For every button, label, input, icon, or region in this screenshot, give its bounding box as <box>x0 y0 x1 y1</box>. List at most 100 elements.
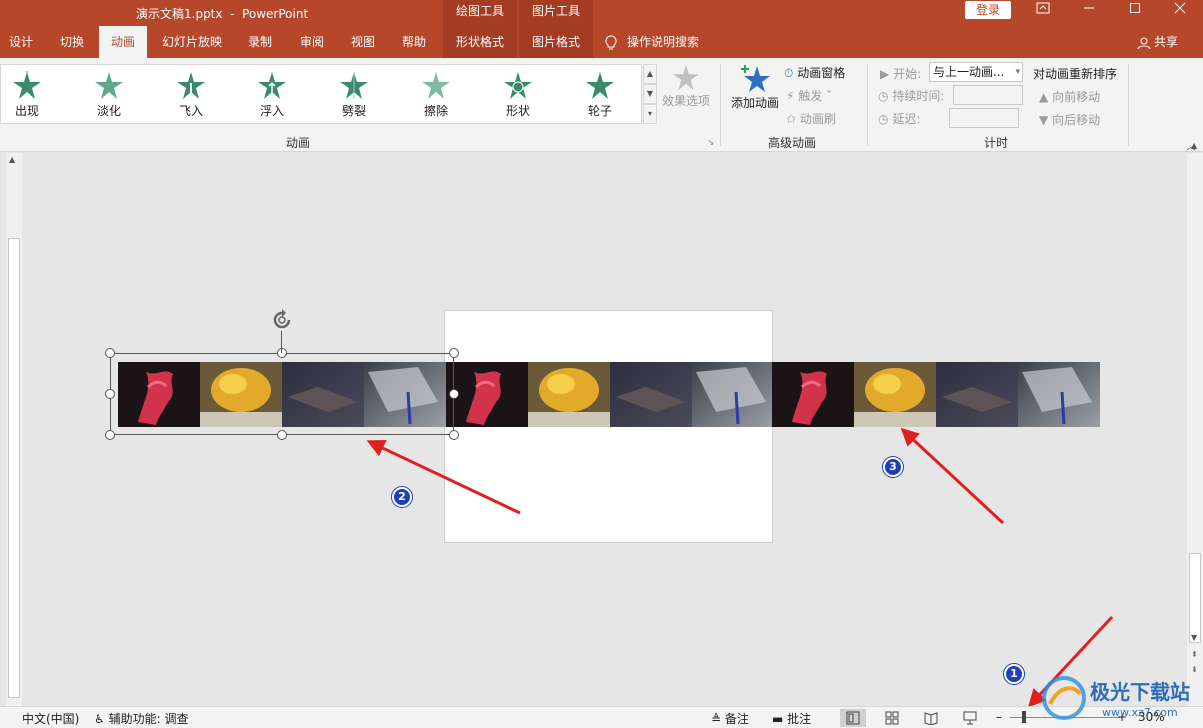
group-label-advanced: 高级动画 <box>768 136 817 150</box>
watermark-logo: 极光下载站 www.xz7.com <box>1040 672 1200 726</box>
gallery-scroll-down[interactable]: ▼ <box>643 84 657 104</box>
animation-painter-button[interactable]: ✩ 动画刷 <box>786 110 836 127</box>
notes-button[interactable]: ≜ 备注 <box>711 710 749 727</box>
move-later-button[interactable]: ▼ 向后移动 <box>1039 111 1100 128</box>
slideshow-view-button[interactable] <box>957 709 983 727</box>
animation-appear[interactable]: 出现 <box>0 67 67 123</box>
group-separator <box>720 64 721 146</box>
painter-star-icon: ✩ <box>786 112 797 126</box>
tell-me-search[interactable]: 操作说明搜索 <box>605 26 699 58</box>
dialog-launcher-icon[interactable]: ↘ <box>707 138 715 148</box>
animation-label: 擦除 <box>423 104 448 118</box>
animation-painter-label: 动画刷 <box>799 112 836 126</box>
animation-split[interactable]: 劈裂 <box>314 67 394 123</box>
comment-icon: ▬ <box>772 712 784 726</box>
status-bar: 中文(中国) ♿ 辅助功能: 调查 ≜ 备注 ▬ 批注 – + 30% <box>0 706 1203 728</box>
scroll-up-icon[interactable]: ▲ <box>1191 141 1197 150</box>
normal-view-icon <box>846 711 860 725</box>
accessibility-icon: ♿ <box>94 712 105 726</box>
presentation-icon <box>963 711 977 725</box>
add-animation-button[interactable]: 添加动画 <box>728 64 782 111</box>
animation-fly-in[interactable]: 飞入 <box>151 67 231 123</box>
trigger-button[interactable]: ⚡ 触发 ˅ <box>786 87 832 104</box>
lightbulb-icon <box>605 34 617 49</box>
animation-pane-button[interactable]: ⏱ 动画窗格 <box>784 64 845 81</box>
fly-in-star-icon <box>177 72 205 99</box>
animation-fade[interactable]: 淡化 <box>69 67 149 123</box>
share-label: 共享 <box>1154 35 1179 49</box>
reorder-title: 对动画重新排序 <box>1033 67 1118 81</box>
zoom-slider-thumb[interactable] <box>1022 711 1026 723</box>
animation-wheel[interactable]: 轮子 <box>560 67 640 123</box>
tab-view[interactable]: 视图 <box>341 26 385 58</box>
animation-label: 飞入 <box>178 104 203 118</box>
watermark-url: www.xz7.com <box>1102 706 1178 719</box>
gallery-scroll-up[interactable]: ▲ <box>643 64 657 84</box>
notes-icon: ≜ <box>711 712 722 726</box>
ribbon-display-options-icon[interactable] <box>1020 0 1066 22</box>
effect-options-star-icon <box>672 64 700 91</box>
slide-sorter-view-button[interactable] <box>879 709 905 727</box>
comments-button[interactable]: ▬ 批注 <box>772 710 811 727</box>
start-label: 开始: <box>893 67 922 81</box>
language-status[interactable]: 中文(中国) <box>22 710 79 727</box>
group-separator <box>867 64 868 146</box>
title-bar: 演示文稿1.pptx - PowerPoint 绘图工具 图片工具 登录 <box>0 0 1203 26</box>
accessibility-status[interactable]: ♿ 辅助功能: 调查 <box>94 710 188 727</box>
tab-design[interactable]: 设计 <box>0 26 42 58</box>
zoom-out-button[interactable]: – <box>996 710 1002 724</box>
tab-transitions[interactable]: 切换 <box>50 26 94 58</box>
tab-shape-format[interactable]: 形状格式 <box>443 26 517 58</box>
move-later-label: 向后移动 <box>1052 113 1101 127</box>
group-label-timing: 计时 <box>984 136 1009 150</box>
move-earlier-label: 向前移动 <box>1052 90 1101 104</box>
add-animation-label: 添加动画 <box>730 96 779 110</box>
trigger-label: 触发 <box>798 89 823 103</box>
appear-star-icon <box>13 71 41 99</box>
chevron-down-icon: ▾ <box>1015 67 1020 77</box>
annotation-badge-2: 2 <box>392 487 412 507</box>
animation-label: 轮子 <box>587 104 612 118</box>
animation-gallery: 出现 淡化 飞入 浮入 劈裂 擦除 形状 轮子 <box>0 64 642 124</box>
normal-view-button[interactable] <box>840 709 866 727</box>
animation-float-in[interactable]: 浮入 <box>232 67 312 123</box>
delay-label-row: ◷ 延迟: <box>878 110 920 127</box>
accessibility-label: 辅助功能: 调查 <box>108 712 189 726</box>
person-icon <box>1137 37 1151 49</box>
animation-shape[interactable]: 形状 <box>478 67 558 123</box>
animation-wipe[interactable]: 擦除 <box>396 67 476 123</box>
drawing-tools-context-header: 绘图工具 <box>443 0 517 26</box>
start-label-row: ▶ 开始: <box>880 65 921 82</box>
minimize-icon[interactable] <box>1066 0 1112 22</box>
clock-icon: ◷ <box>878 112 889 126</box>
tab-review[interactable]: 审阅 <box>290 26 334 58</box>
triangle-up-icon: ▲ <box>1039 90 1049 104</box>
animation-label: 出现 <box>14 104 39 118</box>
effect-options-button[interactable]: 效果选项 <box>660 64 712 109</box>
split-star-icon <box>340 72 368 99</box>
tab-record[interactable]: 录制 <box>240 26 280 58</box>
comments-label: 批注 <box>787 712 812 726</box>
tab-picture-format[interactable]: 图片格式 <box>519 26 593 58</box>
delay-label: 延迟: <box>892 112 921 126</box>
reading-view-button[interactable] <box>918 709 944 727</box>
start-select[interactable]: 与上一动画... ▾ <box>929 62 1023 82</box>
book-icon <box>924 712 938 726</box>
animation-label: 劈裂 <box>341 104 366 118</box>
tab-animations[interactable]: 动画 <box>99 26 147 58</box>
duration-field[interactable] <box>953 85 1023 105</box>
delay-field[interactable] <box>949 108 1019 128</box>
wheel-star-icon <box>586 72 614 99</box>
play-icon: ▶ <box>880 67 890 81</box>
gallery-more[interactable]: ▾ <box>643 104 657 124</box>
float-in-star-icon <box>258 72 286 99</box>
close-icon[interactable] <box>1157 0 1203 22</box>
move-earlier-button[interactable]: ▲ 向前移动 <box>1039 88 1100 105</box>
login-button[interactable]: 登录 <box>965 1 1011 19</box>
tab-help[interactable]: 帮助 <box>392 26 436 58</box>
share-button[interactable]: 共享 <box>1137 26 1178 58</box>
tab-slideshow[interactable]: 幻灯片放映 <box>155 26 229 58</box>
group-separator <box>1128 64 1129 146</box>
watermark-brand: 极光下载站 <box>1090 680 1190 704</box>
maximize-icon[interactable] <box>1112 0 1158 22</box>
